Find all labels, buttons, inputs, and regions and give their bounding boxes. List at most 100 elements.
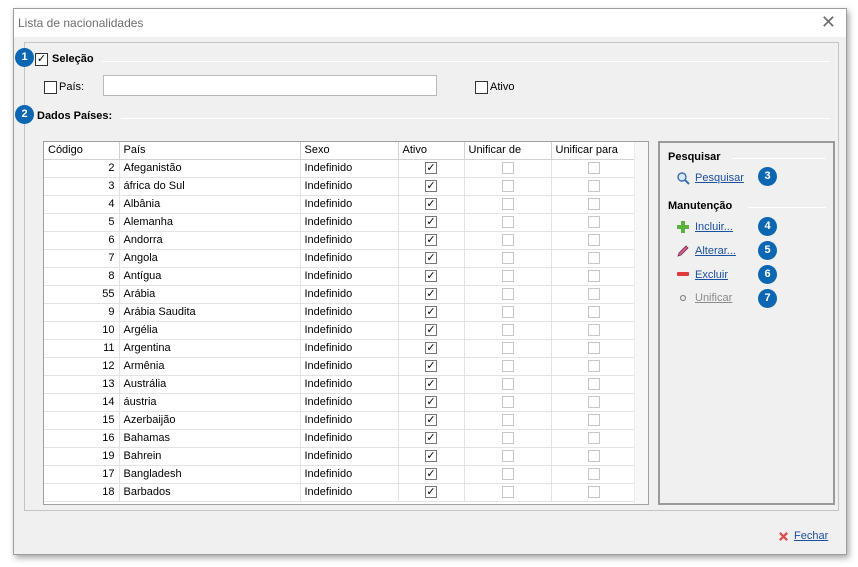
- cell-unificar-de: [464, 303, 552, 322]
- cell-unificar-de: [464, 465, 552, 484]
- cell-codigo: 9: [44, 303, 120, 322]
- cell-unificar-para-checkbox: [587, 216, 600, 229]
- cell-ativo-checkbox[interactable]: ✓: [425, 216, 437, 229]
- cell-unificar-para: [551, 159, 637, 178]
- alterar-link[interactable]: Alterar...: [695, 245, 736, 257]
- cell-ativo-checkbox[interactable]: ✓: [425, 270, 437, 283]
- cell-ativo-checkbox[interactable]: ✓: [425, 468, 437, 481]
- cell-unificar-de: [464, 357, 552, 376]
- table-row[interactable]: 10 Argélia Indefinido ✓: [44, 321, 637, 340]
- cell-ativo-checkbox[interactable]: ✓: [425, 342, 437, 355]
- cell-pais: Argélia: [119, 321, 301, 340]
- column-header-ativo[interactable]: Ativo: [398, 142, 465, 160]
- table-row[interactable]: 11 Argentina Indefinido ✓: [44, 339, 637, 358]
- selecao-divider: [102, 61, 830, 62]
- pesquisar-link[interactable]: Pesquisar: [695, 172, 744, 184]
- countries-grid[interactable]: Código País Sexo Ativo Unificar de Unifi…: [43, 141, 649, 505]
- table-row[interactable]: 6 Andorra Indefinido ✓: [44, 231, 637, 250]
- table-row[interactable]: 17 Bangladesh Indefinido ✓: [44, 465, 637, 484]
- table-row[interactable]: 3 áfrica do Sul Indefinido ✓: [44, 177, 637, 196]
- unificar-link[interactable]: Unificar: [695, 292, 732, 304]
- plus-icon[interactable]: [676, 220, 690, 234]
- cell-ativo-checkbox[interactable]: ✓: [425, 306, 437, 319]
- cell-pais: áustria: [119, 393, 301, 412]
- cell-ativo-checkbox[interactable]: ✓: [425, 234, 437, 247]
- cell-codigo: 18: [44, 483, 120, 502]
- table-row[interactable]: 15 Azerbaijão Indefinido ✓: [44, 411, 637, 430]
- close-red-x-icon[interactable]: [778, 531, 789, 542]
- incluir-link[interactable]: Incluir...: [695, 221, 733, 233]
- cell-unificar-de: [464, 285, 552, 304]
- cell-ativo: ✓: [398, 177, 465, 196]
- cell-unificar-para-checkbox: [587, 486, 600, 499]
- table-row[interactable]: 18 Barbados Indefinido ✓: [44, 483, 637, 502]
- window-title: Lista de nacionalidades: [18, 16, 144, 30]
- column-header-sexo[interactable]: Sexo: [300, 142, 399, 160]
- column-header-pais[interactable]: País: [119, 142, 301, 160]
- cell-ativo-checkbox[interactable]: ✓: [425, 414, 437, 427]
- cell-ativo-checkbox[interactable]: ✓: [425, 252, 437, 265]
- cell-ativo: ✓: [398, 483, 465, 502]
- table-row[interactable]: 7 Angola Indefinido ✓: [44, 249, 637, 268]
- pais-checkbox[interactable]: [44, 81, 57, 94]
- table-row[interactable]: 9 Arábia Saudita Indefinido ✓: [44, 303, 637, 322]
- manutencao-section-title: Manutenção: [668, 200, 733, 212]
- selecao-checkbox[interactable]: ✓: [35, 53, 48, 66]
- table-row[interactable]: 5 Alemanha Indefinido ✓: [44, 213, 637, 232]
- cell-unificar-de-checkbox: [501, 198, 514, 211]
- fechar-button[interactable]: Fechar: [794, 530, 828, 542]
- cell-codigo: 4: [44, 195, 120, 214]
- grid-vertical-scrollbar[interactable]: [634, 142, 648, 504]
- cell-ativo-checkbox[interactable]: ✓: [425, 180, 437, 193]
- table-row[interactable]: 19 Bahrein Indefinido ✓: [44, 447, 637, 466]
- cell-ativo-checkbox[interactable]: ✓: [425, 378, 437, 391]
- table-row[interactable]: 4 Albânia Indefinido ✓: [44, 195, 637, 214]
- cell-ativo-checkbox[interactable]: ✓: [425, 486, 437, 499]
- cell-unificar-de: [464, 339, 552, 358]
- column-header-codigo[interactable]: Código: [44, 142, 120, 160]
- cell-ativo-checkbox[interactable]: ✓: [425, 396, 437, 409]
- cell-ativo-checkbox[interactable]: ✓: [425, 450, 437, 463]
- cell-unificar-para-checkbox: [587, 378, 600, 391]
- table-row[interactable]: 16 Bahamas Indefinido ✓: [44, 429, 637, 448]
- cell-pais: Alemanha: [119, 213, 301, 232]
- cell-ativo: ✓: [398, 375, 465, 394]
- table-row[interactable]: 2 Afeganistão Indefinido ✓: [44, 159, 637, 178]
- cell-unificar-para-checkbox: [587, 180, 600, 193]
- cell-unificar-de-checkbox: [501, 486, 514, 499]
- column-header-unificar-de[interactable]: Unificar de: [464, 142, 552, 160]
- close-icon[interactable]: ✕: [821, 12, 836, 32]
- cell-ativo-checkbox[interactable]: ✓: [425, 288, 437, 301]
- cell-ativo: ✓: [398, 429, 465, 448]
- table-row[interactable]: 55 Arábia Indefinido ✓: [44, 285, 637, 304]
- cell-unificar-de: [464, 231, 552, 250]
- column-header-unificar-para[interactable]: Unificar para: [551, 142, 637, 160]
- cell-unificar-de: [464, 483, 552, 502]
- cell-unificar-para: [551, 357, 637, 376]
- cell-ativo-checkbox[interactable]: ✓: [425, 198, 437, 211]
- cell-unificar-para: [551, 393, 637, 412]
- cell-unificar-para: [551, 267, 637, 286]
- cell-codigo: 2: [44, 159, 120, 178]
- cell-codigo: 13: [44, 375, 120, 394]
- ativo-checkbox[interactable]: [475, 81, 488, 94]
- cell-unificar-de-checkbox: [501, 342, 514, 355]
- cell-ativo-checkbox[interactable]: ✓: [425, 162, 437, 175]
- cell-pais: Bahrein: [119, 447, 301, 466]
- cell-unificar-de-checkbox: [501, 216, 514, 229]
- table-row[interactable]: 8 Antígua Indefinido ✓: [44, 267, 637, 286]
- table-row[interactable]: 13 Austrália Indefinido ✓: [44, 375, 637, 394]
- excluir-link[interactable]: Excluir: [695, 269, 728, 281]
- pais-input[interactable]: [103, 75, 437, 96]
- minus-icon[interactable]: [676, 267, 690, 281]
- table-row[interactable]: 12 Armênia Indefinido ✓: [44, 357, 637, 376]
- cell-ativo-checkbox[interactable]: ✓: [425, 324, 437, 337]
- cell-pais: Afeganistão: [119, 159, 301, 178]
- table-row[interactable]: 14 áustria Indefinido ✓: [44, 393, 637, 412]
- magnifier-icon[interactable]: [676, 171, 690, 185]
- cell-ativo-checkbox[interactable]: ✓: [425, 432, 437, 445]
- pencil-icon[interactable]: [676, 244, 690, 258]
- cell-pais: Arábia Saudita: [119, 303, 301, 322]
- cell-unificar-para-checkbox: [587, 306, 600, 319]
- cell-ativo-checkbox[interactable]: ✓: [425, 360, 437, 373]
